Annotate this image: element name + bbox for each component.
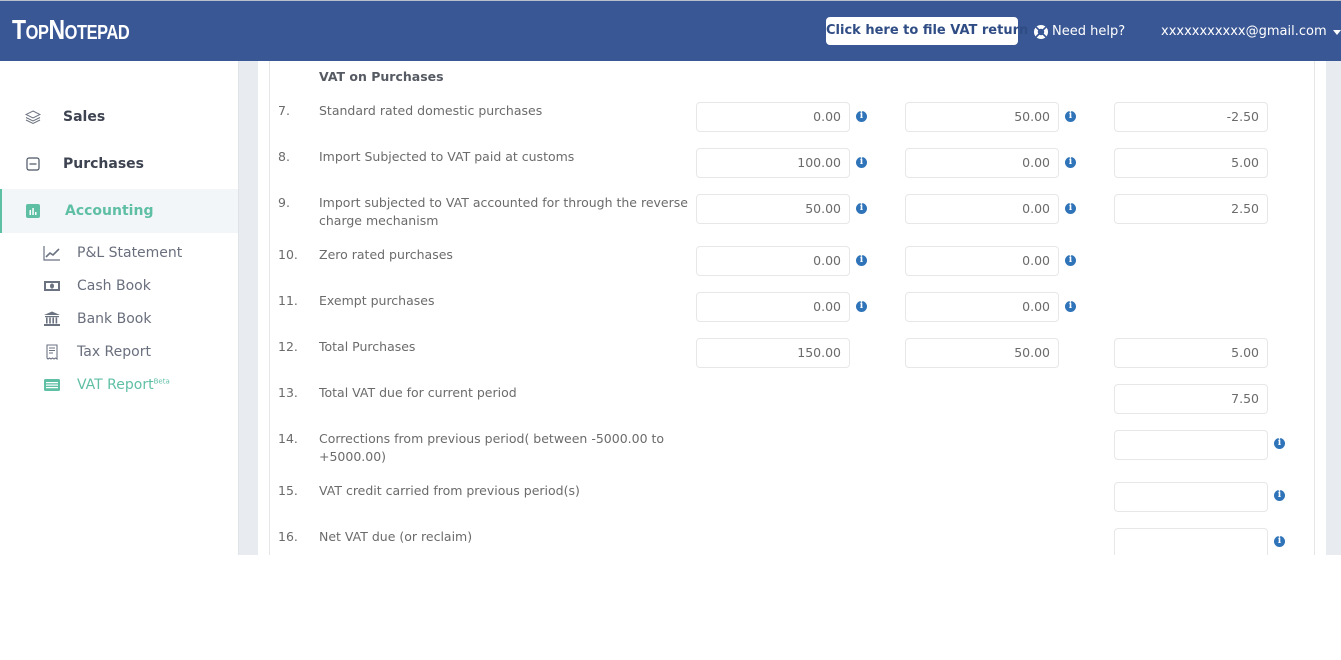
row10-col2-input[interactable]: 0.00: [905, 246, 1059, 276]
sidebar-subitem-pl-statement[interactable]: P&L Statement: [0, 240, 238, 266]
info-icon[interactable]: i: [1065, 301, 1076, 312]
row-label: Corrections from previous period( betwee…: [319, 431, 665, 464]
row-number: 11.: [278, 293, 298, 308]
info-icon[interactable]: i: [1274, 438, 1285, 449]
sidebar-item-sales[interactable]: Sales: [0, 95, 238, 139]
sidebar-item-accounting[interactable]: Accounting: [0, 189, 238, 233]
content-gutter-left: [238, 61, 258, 555]
info-icon[interactable]: i: [1274, 490, 1285, 501]
list-icon: [44, 379, 60, 391]
sidebar-subitem-bank-book[interactable]: Bank Book: [0, 306, 238, 332]
lifebuoy-icon: [1034, 25, 1048, 39]
row-number: 13.: [278, 385, 298, 400]
row-label: Standard rated domestic purchases: [319, 103, 543, 118]
row-number: 12.: [278, 339, 298, 354]
row7-col1-input[interactable]: 0.00: [696, 102, 850, 132]
line-chart-icon: [43, 246, 60, 261]
row14-col3-input[interactable]: [1114, 430, 1268, 460]
sidebar-item-label: Sales: [63, 109, 106, 125]
info-icon[interactable]: i: [856, 255, 867, 266]
scrollbar-track[interactable]: [1326, 61, 1341, 555]
row-number: 8.: [278, 149, 290, 164]
user-account-menu[interactable]: xxxxxxxxxxx@gmail.com: [1161, 21, 1341, 43]
row12-col1-input[interactable]: 150.00: [696, 338, 850, 368]
sidebar-subitem-vat-report[interactable]: VAT ReportBeta: [0, 372, 238, 398]
row-label: Zero rated purchases: [319, 247, 453, 262]
section-title-vat-on-purchases: VAT on Purchases: [319, 69, 444, 84]
row11-col2-input[interactable]: 0.00: [905, 292, 1059, 322]
row15-col3-input[interactable]: [1114, 482, 1268, 512]
row12-col3-input[interactable]: 5.00: [1114, 338, 1268, 368]
row-label: VAT credit carried from previous period(…: [319, 483, 580, 498]
file-vat-return-button[interactable]: Click here to file VAT return: [826, 17, 1028, 45]
info-icon[interactable]: i: [856, 157, 867, 168]
sidebar-subitem-label: Bank Book: [77, 311, 152, 327]
bank-icon: [44, 311, 60, 326]
info-icon[interactable]: i: [1065, 157, 1076, 168]
sidebar: Sales Purchases Accounting P&L Statement…: [0, 61, 238, 555]
row-number: 15.: [278, 483, 298, 498]
sidebar-item-purchases[interactable]: Purchases: [0, 142, 238, 186]
row9-col1-input[interactable]: 50.00: [696, 194, 850, 224]
row8-col1-input[interactable]: 100.00: [696, 148, 850, 178]
row-number: 9.: [278, 195, 290, 210]
info-icon[interactable]: i: [856, 203, 867, 214]
row13-col3-input[interactable]: 7.50: [1114, 384, 1268, 414]
row12-col2-input[interactable]: 50.00: [905, 338, 1059, 368]
row8-col2-input[interactable]: 0.00: [905, 148, 1059, 178]
need-help-label: Need help?: [1052, 24, 1126, 39]
row11-col1-input[interactable]: 0.00: [696, 292, 850, 322]
row-label: Import Subjected to VAT paid at customs: [319, 149, 575, 164]
bar-chart-icon: [26, 204, 40, 218]
sidebar-subitem-tax-report[interactable]: Tax Report: [0, 339, 238, 365]
row9-col2-input[interactable]: 0.00: [905, 194, 1059, 224]
info-icon[interactable]: i: [1065, 203, 1076, 214]
row-label: Import subjected to VAT accounted for th…: [319, 195, 688, 228]
row-label: Total VAT due for current period: [319, 385, 517, 400]
row-number: 7.: [278, 103, 290, 118]
app-logo[interactable]: TopNotepad: [12, 13, 130, 47]
user-email: xxxxxxxxxxx@gmail.com: [1161, 24, 1327, 39]
row-number: 10.: [278, 247, 298, 262]
top-header: TopNotepad Click here to file VAT return…: [0, 0, 1341, 61]
row8-col3-input[interactable]: 5.00: [1114, 148, 1268, 178]
row-label: Total Purchases: [319, 339, 416, 354]
row16-col3-input[interactable]: [1114, 528, 1268, 555]
info-icon[interactable]: i: [1065, 111, 1076, 122]
sidebar-item-label: Accounting: [65, 203, 154, 219]
sidebar-subitem-label: VAT ReportBeta: [77, 377, 170, 393]
row-label: Exempt purchases: [319, 293, 435, 308]
receipt-icon: [46, 344, 58, 360]
sidebar-subitem-cash-book[interactable]: Cash Book: [0, 273, 238, 299]
info-icon[interactable]: i: [856, 111, 867, 122]
minus-square-icon: [26, 157, 40, 171]
sidebar-subitem-label: Tax Report: [77, 344, 151, 360]
sidebar-subitem-label: Cash Book: [77, 278, 151, 294]
layers-icon: [25, 110, 41, 125]
row7-col3-input[interactable]: -2.50: [1114, 102, 1268, 132]
sidebar-subitem-label: P&L Statement: [77, 245, 183, 261]
row-number: 14.: [278, 431, 298, 446]
info-icon[interactable]: i: [1065, 255, 1076, 266]
chevron-down-icon: [1332, 29, 1341, 35]
beta-badge: Beta: [153, 377, 170, 386]
vat-report-label: VAT Report: [77, 377, 154, 393]
row7-col2-input[interactable]: 50.00: [905, 102, 1059, 132]
row10-col1-input[interactable]: 0.00: [696, 246, 850, 276]
sidebar-item-label: Purchases: [63, 156, 145, 172]
need-help-link[interactable]: Need help?: [1033, 21, 1125, 43]
info-icon[interactable]: i: [856, 301, 867, 312]
money-icon: [44, 281, 60, 291]
row9-col3-input[interactable]: 2.50: [1114, 194, 1268, 224]
